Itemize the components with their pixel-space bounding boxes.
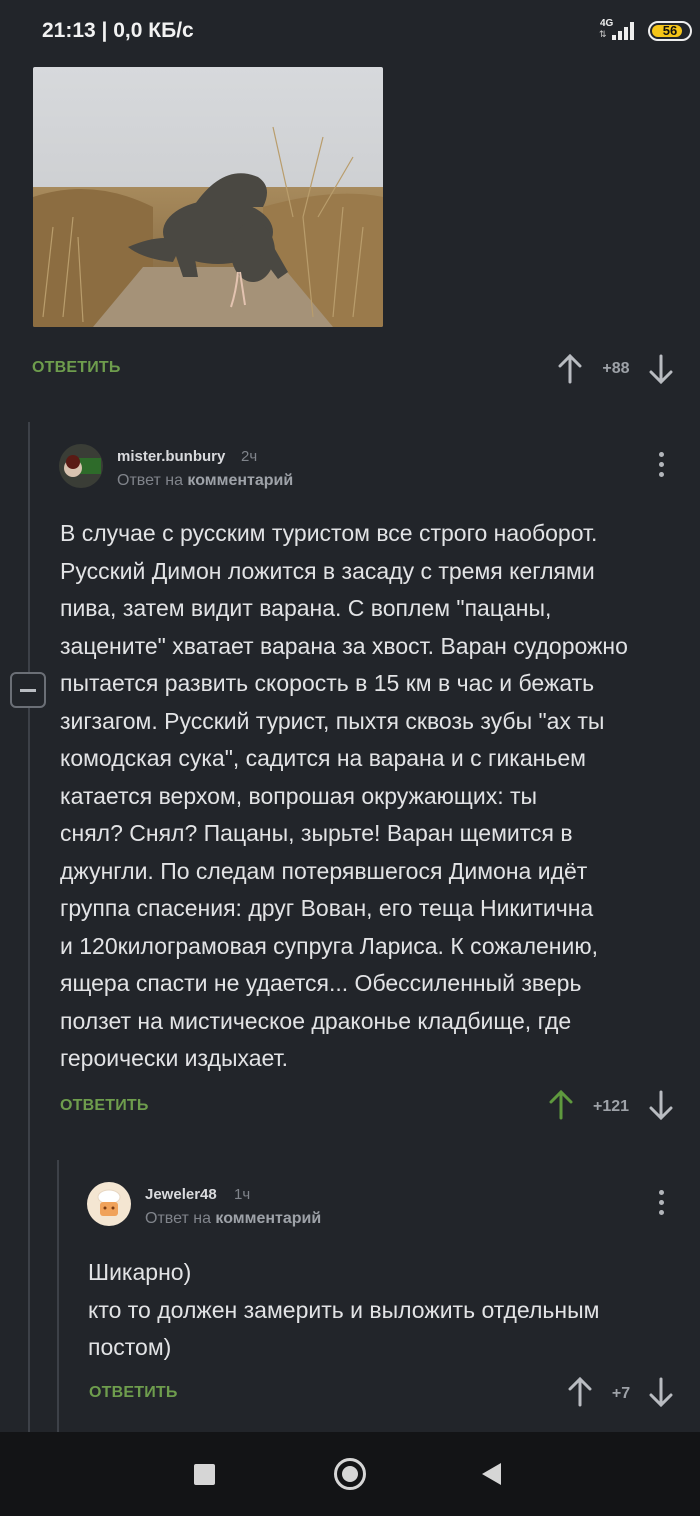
thread-line-level-2 xyxy=(57,1160,59,1432)
system-nav-bar xyxy=(0,1432,700,1516)
comment-reply-button[interactable]: ОТВЕТИТЬ xyxy=(89,1384,178,1402)
arrow-up-icon[interactable] xyxy=(557,354,583,384)
comment-rating: +7 xyxy=(611,1385,631,1402)
comment-time: 2ч xyxy=(241,448,258,465)
collapse-thread-button[interactable] xyxy=(10,672,46,708)
more-vertical-icon[interactable] xyxy=(656,1188,666,1218)
arrow-down-icon[interactable] xyxy=(648,354,674,384)
post-image[interactable] xyxy=(33,67,383,327)
nav-recents-icon[interactable] xyxy=(194,1464,215,1485)
battery-level: 56 xyxy=(662,23,678,38)
avatar[interactable] xyxy=(59,444,103,488)
comment-text: В случае с русским туристом все строго н… xyxy=(60,520,628,1071)
arrow-down-icon[interactable] xyxy=(648,1377,674,1407)
arrow-up-icon[interactable] xyxy=(548,1090,574,1120)
komodo-dragon-photo xyxy=(33,67,383,327)
signal-icon xyxy=(612,22,638,40)
nav-home-icon[interactable] xyxy=(334,1458,366,1490)
reply-to-label: Ответ на комментарий xyxy=(145,1210,321,1228)
comment-username[interactable]: mister.bunbury xyxy=(117,448,225,465)
more-vertical-icon[interactable] xyxy=(656,450,666,480)
reply-to-comment-link[interactable]: комментарий xyxy=(187,472,293,489)
arrow-up-icon[interactable] xyxy=(567,1377,593,1407)
status-bar: 21:13 | 0,0 КБ/с 4G ⇅ 56 xyxy=(0,0,700,60)
comment-text: Шикарно) кто то должен замерить и выложи… xyxy=(88,1259,600,1360)
post-rating: +88 xyxy=(602,360,630,377)
reply-to-prefix: Ответ на xyxy=(117,472,183,489)
nav-back-icon[interactable] xyxy=(482,1463,501,1485)
comment-time: 1ч xyxy=(234,1186,251,1203)
thread-line-level-1 xyxy=(28,422,30,1432)
reply-to-prefix: Ответ на xyxy=(145,1210,211,1227)
arrow-down-icon[interactable] xyxy=(648,1090,674,1120)
comment-reply-button[interactable]: ОТВЕТИТЬ xyxy=(60,1097,149,1115)
network-activity-icon: ⇅ xyxy=(599,29,607,39)
comment-username[interactable]: Jeweler48 xyxy=(145,1186,217,1203)
reply-to-label: Ответ на комментарий xyxy=(117,472,293,490)
status-time-speed: 21:13 | 0,0 КБ/с xyxy=(42,19,194,42)
post-reply-button[interactable]: ОТВЕТИТЬ xyxy=(32,359,121,377)
reply-to-comment-link[interactable]: комментарий xyxy=(215,1210,321,1227)
avatar[interactable] xyxy=(87,1182,131,1226)
battery-icon: 56 xyxy=(648,21,692,41)
comment-rating: +121 xyxy=(592,1098,630,1115)
